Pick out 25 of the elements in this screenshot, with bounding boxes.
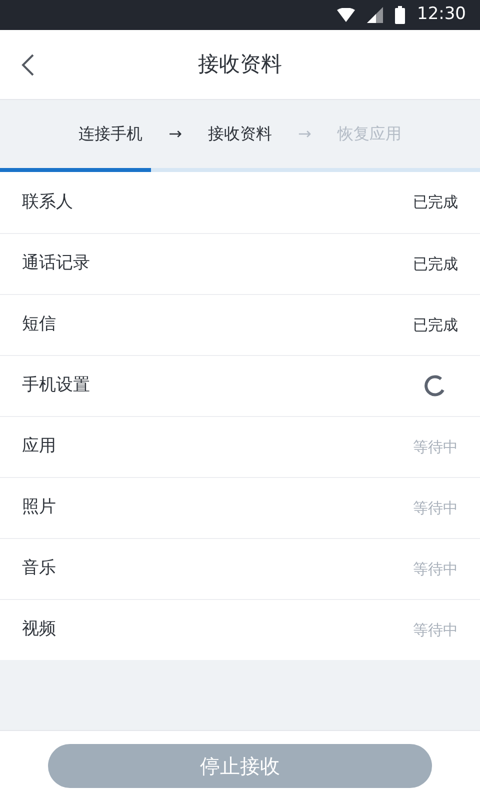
- battery-icon: [395, 6, 405, 24]
- item-status: 已完成: [413, 192, 458, 214]
- step-label: 恢复应用: [337, 123, 402, 145]
- item-status: 等待中: [413, 558, 458, 580]
- item-name: 通话记录: [22, 252, 90, 276]
- item-name: 短信: [22, 313, 56, 336]
- item-name: 音乐: [22, 557, 56, 580]
- item-name: 照片: [22, 496, 56, 520]
- item-status: 等待中: [413, 498, 458, 519]
- page-title: 接收资料: [198, 50, 282, 78]
- signal-icon: [367, 7, 383, 23]
- item-status: 等待中: [413, 436, 458, 458]
- item-name: 视频: [22, 618, 56, 642]
- item-name: 手机设置: [22, 374, 90, 398]
- item-name: 应用: [22, 435, 56, 458]
- wifi-icon: [337, 8, 355, 22]
- step-label: 接收资料: [208, 123, 272, 145]
- step-label: 连接手机: [78, 123, 143, 145]
- item-status: 已完成: [413, 254, 458, 275]
- clock: 12:30: [417, 3, 466, 26]
- step-label: →: [168, 123, 182, 145]
- item-status: 已完成: [413, 314, 458, 336]
- step-label: →: [298, 123, 312, 145]
- item-name: 联系人: [22, 190, 73, 214]
- item-status: 等待中: [413, 620, 458, 641]
